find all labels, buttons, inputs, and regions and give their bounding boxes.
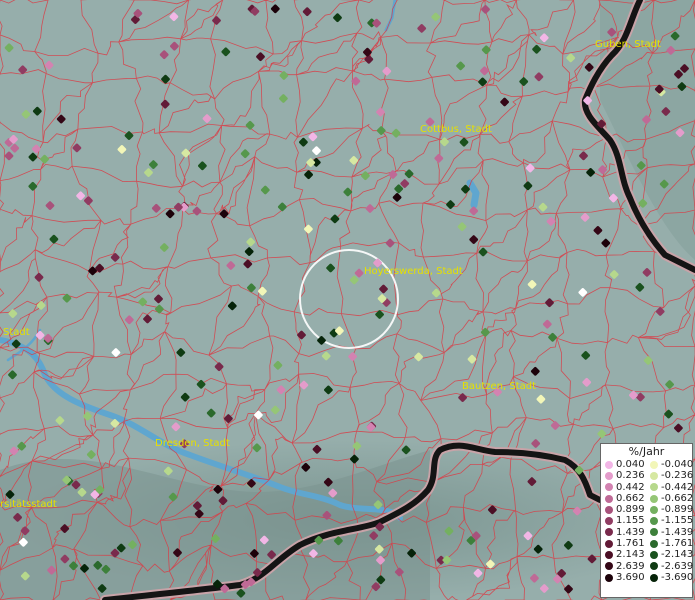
legend-label-positive: 0.040 (616, 459, 645, 470)
legend-entry-negative: -0.662 (646, 492, 694, 504)
legend-label-positive: 2.639 (616, 560, 645, 572)
legend-entry-positive: 0.040 (601, 459, 646, 470)
legend-swatch-negative (650, 505, 658, 514)
legend-entry-positive: 2.639 (601, 561, 646, 572)
legend-swatch-positive (605, 551, 613, 560)
city-label-guben: Guben, Stadt (595, 39, 661, 50)
legend-row: 0.662 -0.662 (601, 492, 694, 504)
legend-swatch-negative (650, 483, 658, 492)
legend-entry-negative: -1.439 (646, 526, 694, 538)
city-label-cottbus: Cottbus, Stadt (420, 124, 492, 135)
legend-entry-negative: -0.040 (646, 459, 694, 470)
legend-row: 1.439 -1.439 (601, 526, 694, 538)
legend-entry-positive: 1.439 (601, 527, 646, 538)
legend-entry-negative: -0.899 (646, 504, 694, 516)
legend-swatch-positive (605, 562, 613, 571)
city-label-dresden: Dresden, Stadt (155, 438, 230, 449)
legend-label-positive: 0.236 (616, 470, 645, 482)
legend-swatch-positive (605, 483, 613, 492)
legend-entry-positive: 0.442 (601, 482, 646, 493)
city-label-universitaetsstadt: rsitätsstadt (0, 499, 57, 510)
legend-swatch-positive (605, 539, 613, 548)
legend-row: 1.761 -1.761 (601, 538, 694, 550)
legend-label-positive: 0.442 (616, 481, 645, 493)
legend-entry-positive: 0.662 (601, 493, 646, 504)
legend-entry-negative: -1.761 (646, 538, 694, 550)
legend-entry-positive: 2.143 (601, 549, 646, 560)
legend-label-positive: 2.143 (616, 549, 645, 561)
legend-swatch-positive (605, 517, 613, 526)
legend-entry-positive: 0.899 (601, 504, 646, 515)
legend-label-negative: -2.639 (661, 560, 694, 572)
legend-entry-negative: -1.155 (646, 515, 694, 527)
city-label-bautzen: Bautzen, Stadt (462, 381, 536, 392)
legend-label-positive: 0.662 (616, 492, 645, 504)
legend-entry-positive: 3.690 (601, 572, 646, 583)
legend-label-negative: -0.040 (661, 459, 694, 470)
legend-row: 3.690 -3.690 (601, 571, 694, 583)
legend-row: 1.155 -1.155 (601, 515, 694, 527)
legend-swatch-positive (605, 505, 613, 514)
city-label-hoyerswerda: Hoyerswerda, Stadt (364, 266, 463, 277)
legend-row: 2.639 -2.639 (601, 560, 694, 572)
legend-row: 0.442 -0.442 (601, 481, 694, 493)
legend-swatch-positive (605, 460, 613, 469)
legend-label-negative: -0.662 (661, 492, 694, 504)
city-label-stadt-west: Stadt (3, 327, 30, 338)
legend-label-positive: 3.690 (616, 571, 645, 583)
legend-label-negative: -1.155 (661, 515, 694, 527)
legend-entry-positive: 0.236 (601, 470, 646, 481)
legend-entry-positive: 1.761 (601, 538, 646, 549)
legend-entry-negative: -0.442 (646, 481, 694, 493)
legend-label-negative: -3.690 (661, 571, 694, 583)
legend-swatch-positive (605, 494, 613, 503)
legend-row: 0.040 -0.040 (601, 459, 694, 470)
legend-rows: 0.040 -0.040 0.236 -0.236 0.442 -0.442 0.662 -0… (601, 459, 694, 583)
legend-swatch-negative (650, 562, 658, 571)
legend-entry-positive: 1.155 (601, 515, 646, 526)
legend-entry-negative: -2.143 (646, 549, 694, 561)
legend-label-negative: -0.236 (661, 470, 694, 482)
legend-swatch-negative (650, 460, 658, 469)
map-legend: %/Jahr 0.040 -0.040 0.236 -0.236 0.442 -0.442… (600, 443, 693, 598)
legend-label-positive: 0.899 (616, 504, 645, 516)
legend-swatch-positive (605, 471, 613, 480)
legend-row: 2.143 -2.143 (601, 549, 694, 561)
legend-swatch-positive (605, 528, 613, 537)
legend-entry-negative: -2.639 (646, 560, 694, 572)
legend-swatch-negative (650, 539, 658, 548)
legend-label-positive: 1.439 (616, 526, 645, 538)
legend-swatch-negative (650, 573, 658, 582)
legend-entry-negative: -0.236 (646, 470, 694, 482)
legend-swatch-positive (605, 573, 613, 582)
legend-swatch-negative (650, 528, 658, 537)
legend-row: 0.899 -0.899 (601, 504, 694, 516)
legend-label-negative: -1.761 (661, 538, 694, 550)
legend-label-negative: -1.439 (661, 526, 694, 538)
legend-label-positive: 1.155 (616, 515, 645, 527)
legend-swatch-negative (650, 494, 658, 503)
legend-label-negative: -2.143 (661, 549, 694, 561)
legend-entry-negative: -3.690 (646, 571, 694, 583)
legend-label-negative: -0.899 (661, 504, 694, 516)
legend-label-positive: 1.761 (616, 538, 645, 550)
legend-label-negative: -0.442 (661, 481, 694, 493)
legend-swatch-negative (650, 517, 658, 526)
legend-swatch-negative (650, 471, 658, 480)
legend-title: %/Jahr (628, 445, 665, 458)
legend-row: 0.236 -0.236 (601, 470, 694, 482)
map-canvas[interactable]: Guben, Stadt Cottbus, Stadt Hoyerswerda,… (0, 0, 695, 600)
legend-swatch-negative (650, 551, 658, 560)
